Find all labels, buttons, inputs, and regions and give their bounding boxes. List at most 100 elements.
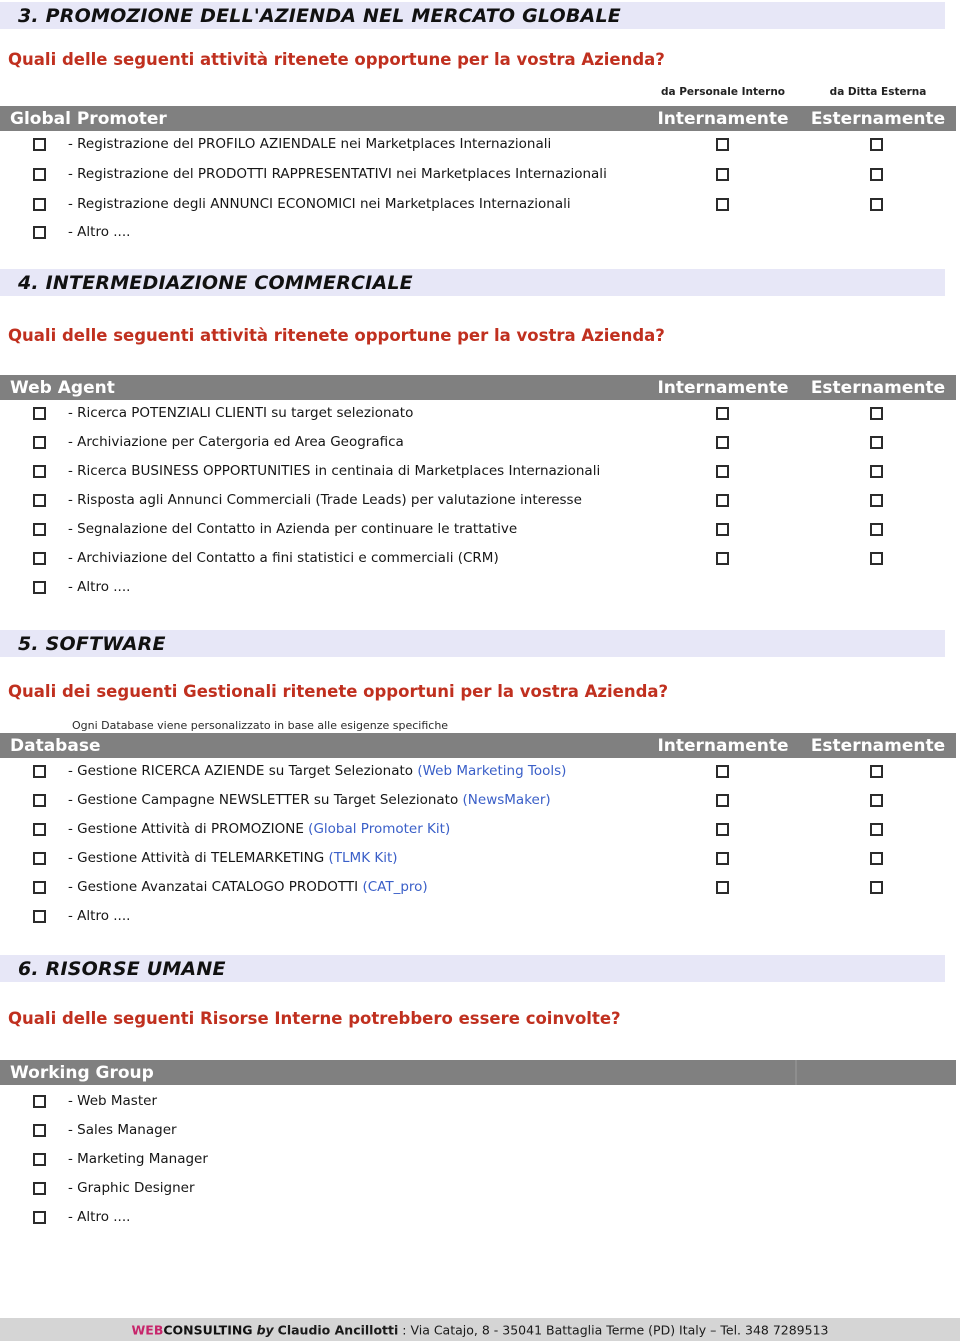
checkbox-select-item[interactable] (33, 765, 46, 778)
checkbox-select-item[interactable] (33, 494, 46, 507)
checklist-row-label: - Segnalazione del Contatto in Azienda p… (68, 521, 518, 537)
checklist-row-label: - Gestione Attività di TELEMARKETING (TL… (68, 850, 398, 866)
checkbox-internamente[interactable] (716, 823, 729, 836)
checkbox-esternamente[interactable] (870, 852, 883, 865)
checklist-row-label: - Registrazione del PROFILO AZIENDALE ne… (68, 136, 552, 152)
table-header-label: Web Agent (10, 377, 115, 398)
checklist-row-label: - Altro .... (68, 908, 131, 924)
column-header-esternamente: Esternamente (810, 735, 946, 756)
table-header-label: Working Group (10, 1062, 154, 1083)
product-name: (Web Marketing Tools) (417, 763, 567, 779)
checkbox-internamente[interactable] (716, 436, 729, 449)
checkbox-internamente[interactable] (716, 465, 729, 478)
footer-address: : Via Catajo, 8 - 35041 Battaglia Terme … (402, 1322, 829, 1337)
checklist-row: - Gestione Attività di PROMOZIONE (Globa… (0, 818, 956, 840)
checkbox-select-item[interactable] (33, 1182, 46, 1195)
checkbox-select-item[interactable] (33, 198, 46, 211)
checklist-row: - Segnalazione del Contatto in Azienda p… (0, 518, 956, 540)
checkbox-esternamente[interactable] (870, 794, 883, 807)
table-header-label: Database (10, 735, 101, 756)
checkbox-esternamente[interactable] (870, 198, 883, 211)
product-name: (NewsMaker) (462, 792, 551, 808)
checklist-row-label: - Archiviazione per Catergoria ed Area G… (68, 434, 404, 450)
page-footer: WEBCONSULTING by Claudio Ancillotti : Vi… (0, 1318, 960, 1341)
checkbox-select-item[interactable] (33, 852, 46, 865)
section-title: 3. PROMOZIONE DELL'AZIENDA NEL MERCATO G… (18, 4, 621, 27)
checkbox-select-item[interactable] (33, 910, 46, 923)
checklist-row-label: - Archiviazione del Contatto a fini stat… (68, 550, 499, 566)
checkbox-select-item[interactable] (33, 436, 46, 449)
checkbox-select-item[interactable] (33, 552, 46, 565)
section-header-intermediazione: 4. INTERMEDIAZIONE COMMERCIALE (0, 269, 945, 296)
footer-person: Claudio Ancillotti (277, 1322, 399, 1337)
checkbox-select-item[interactable] (33, 881, 46, 894)
checklist-row: - Registrazione del PROFILO AZIENDALE ne… (0, 133, 956, 155)
table-header-label: Global Promoter (10, 108, 167, 129)
checklist-row-label: - Registrazione del PRODOTTI RAPPRESENTA… (68, 166, 607, 182)
checkbox-internamente[interactable] (716, 852, 729, 865)
checkbox-internamente[interactable] (716, 523, 729, 536)
checkbox-select-item[interactable] (33, 226, 46, 239)
table-header-database: Database Internamente Esternamente (0, 733, 956, 758)
column-divider (795, 1060, 797, 1085)
checklist-row-label: - Gestione Avanzatai CATALOGO PRODOTTI (… (68, 879, 428, 895)
section-title: 4. INTERMEDIAZIONE COMMERCIALE (18, 271, 413, 294)
checkbox-esternamente[interactable] (870, 765, 883, 778)
checklist-row-label: - Gestione Campagne NEWSLETTER su Target… (68, 792, 551, 808)
checkbox-select-item[interactable] (33, 581, 46, 594)
checkbox-select-item[interactable] (33, 1095, 46, 1108)
checkbox-internamente[interactable] (716, 881, 729, 894)
checklist-row: - Gestione RICERCA AZIENDE su Target Sel… (0, 760, 956, 782)
checkbox-select-item[interactable] (33, 138, 46, 151)
product-name: (CAT_pro) (362, 879, 428, 895)
checklist-row: - Registrazione del PRODOTTI RAPPRESENTA… (0, 163, 956, 185)
checkbox-esternamente[interactable] (870, 168, 883, 181)
checkbox-internamente[interactable] (716, 407, 729, 420)
table-header-working-group: Working Group (0, 1060, 956, 1085)
column-header-internamente: Internamente (657, 735, 789, 756)
checkbox-esternamente[interactable] (870, 436, 883, 449)
checkbox-select-item[interactable] (33, 168, 46, 181)
checkbox-select-item[interactable] (33, 523, 46, 536)
checklist-row: - Sales Manager (0, 1119, 956, 1141)
checkbox-internamente[interactable] (716, 552, 729, 565)
footer-by: by (256, 1322, 274, 1337)
checkbox-select-item[interactable] (33, 1124, 46, 1137)
checkbox-internamente[interactable] (716, 138, 729, 151)
checklist-row-label: - Risposta agli Annunci Commerciali (Tra… (68, 492, 582, 508)
column-header-internamente: Internamente (657, 377, 789, 398)
checklist-row: - Ricerca BUSINESS OPPORTUNITIES in cent… (0, 460, 956, 482)
checkbox-select-item[interactable] (33, 407, 46, 420)
checkbox-select-item[interactable] (33, 794, 46, 807)
checkbox-esternamente[interactable] (870, 138, 883, 151)
checkbox-esternamente[interactable] (870, 823, 883, 836)
checkbox-esternamente[interactable] (870, 552, 883, 565)
checklist-row-label: - Web Master (68, 1093, 157, 1109)
checkbox-select-item[interactable] (33, 465, 46, 478)
column-header-esternamente: Esternamente (810, 108, 946, 129)
checkbox-esternamente[interactable] (870, 465, 883, 478)
table-header-global-promoter: Global Promoter Internamente Esternament… (0, 106, 956, 131)
checkbox-select-item[interactable] (33, 1211, 46, 1224)
checkbox-esternamente[interactable] (870, 407, 883, 420)
checklist-row-altro: - Altro .... (0, 905, 956, 927)
checkbox-select-item[interactable] (33, 823, 46, 836)
checklist-row: - Graphic Designer (0, 1177, 956, 1199)
checklist-row: - Ricerca POTENZIALI CLIENTI su target s… (0, 402, 956, 424)
checkbox-internamente[interactable] (716, 765, 729, 778)
checkbox-select-item[interactable] (33, 1153, 46, 1166)
checklist-row: - Risposta agli Annunci Commerciali (Tra… (0, 489, 956, 511)
checklist-row-altro: - Altro .... (0, 576, 956, 598)
checkbox-internamente[interactable] (716, 168, 729, 181)
checkbox-internamente[interactable] (716, 494, 729, 507)
checkbox-internamente[interactable] (716, 198, 729, 211)
section-header-risorse-umane: 6. RISORSE UMANE (0, 955, 945, 982)
checkbox-esternamente[interactable] (870, 494, 883, 507)
checkbox-esternamente[interactable] (870, 881, 883, 894)
section-header-promozione: 3. PROMOZIONE DELL'AZIENDA NEL MERCATO G… (0, 2, 945, 29)
footer-credit: WEBCONSULTING by Claudio Ancillotti : Vi… (0, 1322, 960, 1337)
checkbox-esternamente[interactable] (870, 523, 883, 536)
checkbox-internamente[interactable] (716, 794, 729, 807)
checklist-row-label: - Graphic Designer (68, 1180, 195, 1196)
database-note: Ogni Database viene personalizzato in ba… (72, 719, 449, 732)
